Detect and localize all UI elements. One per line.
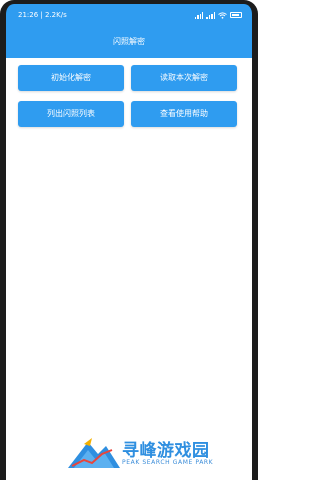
list-flash-photos-button[interactable]: 列出闪照列表: [18, 101, 124, 127]
signal-icon: [194, 11, 204, 19]
mountain-logo-icon: [68, 438, 120, 468]
wifi-icon: [218, 11, 227, 19]
watermark-subtitle: PEAK SEARCH GAME PARK: [122, 459, 214, 466]
init-decrypt-button[interactable]: 初始化解密: [18, 65, 124, 91]
status-bar: 21:26 | 2.2K/s: [6, 4, 252, 26]
status-icons: [194, 4, 242, 26]
view-help-button[interactable]: 查看使用帮助: [131, 101, 237, 127]
read-decrypt-button[interactable]: 读取本次解密: [131, 65, 237, 91]
watermark-logo: 寻峰游戏园 PEAK SEARCH GAME PARK: [68, 436, 254, 470]
app-screen: 21:26 | 2.2K/s 闪照解密 初始化解密 读取本次解密 列出闪照列表 …: [6, 4, 252, 480]
page-title: 闪照解密: [6, 26, 252, 58]
status-time-speed: 21:26 | 2.2K/s: [18, 11, 67, 19]
watermark-name: 寻峰游戏园: [122, 441, 210, 461]
battery-icon: [230, 12, 242, 18]
signal-icon-2: [206, 11, 215, 19]
